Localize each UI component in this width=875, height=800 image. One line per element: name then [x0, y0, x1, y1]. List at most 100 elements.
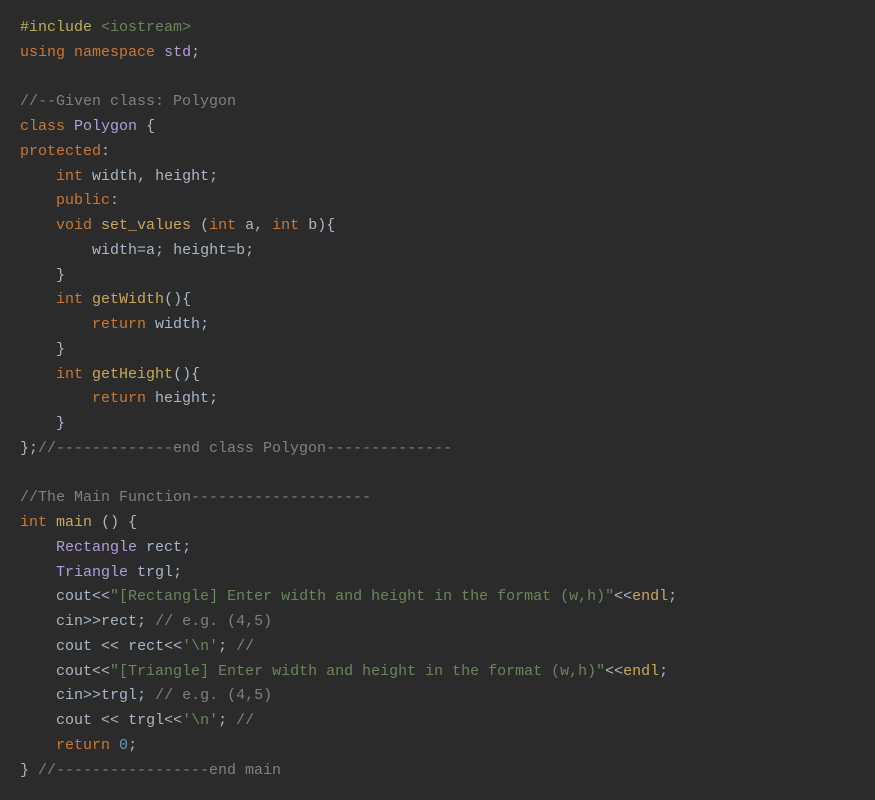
code-line[interactable]: void set_values (int a, int b){ — [20, 214, 855, 239]
code-token: height — [155, 390, 209, 407]
code-line[interactable]: return 0; — [20, 734, 855, 759]
code-token: a — [146, 242, 155, 259]
code-token: namespace — [74, 44, 155, 61]
code-token: , — [137, 168, 155, 185]
code-token: // e.g. (4,5) — [155, 687, 272, 704]
code-token: >> — [83, 687, 101, 704]
code-token: cout — [56, 588, 92, 605]
code-token — [137, 539, 146, 556]
code-token: // — [236, 638, 254, 655]
code-line[interactable]: cin>>trgl; // e.g. (4,5) — [20, 684, 855, 709]
code-line[interactable]: int getHeight(){ — [20, 363, 855, 388]
code-token: ; — [191, 44, 200, 61]
code-line[interactable]: protected: — [20, 140, 855, 165]
code-line[interactable]: Triangle trgl; — [20, 561, 855, 586]
code-line[interactable]: cout<<"[Rectangle] Enter width and heigh… — [20, 585, 855, 610]
code-token: { — [146, 118, 155, 135]
code-token — [236, 217, 245, 234]
code-token: ; — [659, 663, 668, 680]
code-line[interactable]: cin>>rect; // e.g. (4,5) — [20, 610, 855, 635]
code-line[interactable]: //--Given class: Polygon — [20, 90, 855, 115]
code-line[interactable]: cout << trgl<<'\n'; // — [20, 709, 855, 734]
code-line[interactable]: int getWidth(){ — [20, 288, 855, 313]
code-token: ( — [200, 217, 209, 234]
code-token: ; — [200, 316, 209, 333]
code-token: width — [155, 316, 200, 333]
code-token: rect — [128, 638, 164, 655]
code-token: // — [236, 712, 254, 729]
code-token: set_values — [101, 217, 191, 234]
code-token: //The Main Function-------------------- — [20, 489, 371, 506]
code-line[interactable]: cout<<"[Triangle] Enter width and height… — [20, 660, 855, 685]
code-token: << — [92, 588, 110, 605]
code-token — [92, 217, 101, 234]
code-token — [92, 514, 101, 531]
code-token: width — [92, 168, 137, 185]
code-line[interactable]: class Polygon { — [20, 115, 855, 140]
code-token: <iostream> — [101, 19, 191, 36]
code-line[interactable] — [20, 462, 855, 487]
code-token: ; — [173, 564, 182, 581]
code-token: void — [56, 217, 92, 234]
code-line[interactable]: int width, height; — [20, 165, 855, 190]
code-token: getWidth — [92, 291, 164, 308]
code-token: } — [56, 415, 65, 432]
code-line[interactable]: Rectangle rect; — [20, 536, 855, 561]
code-token: << — [614, 588, 632, 605]
code-token: getHeight — [92, 366, 173, 383]
code-token: return — [92, 316, 146, 333]
code-token — [92, 712, 101, 729]
code-token — [20, 291, 56, 308]
code-line[interactable]: } — [20, 338, 855, 363]
code-editor[interactable]: #include <iostream>using namespace std; … — [20, 16, 855, 783]
code-token — [65, 118, 74, 135]
code-token: ){ — [317, 217, 335, 234]
code-line[interactable]: #include <iostream> — [20, 16, 855, 41]
code-token — [20, 217, 56, 234]
code-line[interactable]: };//-------------end class Polygon------… — [20, 437, 855, 462]
code-token: int — [56, 366, 83, 383]
code-token — [119, 712, 128, 729]
code-line[interactable]: cout << rect<<'\n'; // — [20, 635, 855, 660]
code-token: return — [92, 390, 146, 407]
code-line[interactable]: } //-----------------end main — [20, 759, 855, 784]
code-token: (){ — [164, 291, 191, 308]
code-token: #include — [20, 19, 92, 36]
code-token — [83, 168, 92, 185]
code-token: cin — [56, 687, 83, 704]
code-token — [20, 192, 56, 209]
code-token: int — [209, 217, 236, 234]
code-token — [20, 415, 56, 432]
code-token — [47, 514, 56, 531]
code-line[interactable]: public: — [20, 189, 855, 214]
code-token: int — [56, 291, 83, 308]
code-token — [146, 316, 155, 333]
code-line[interactable]: width=a; height=b; — [20, 239, 855, 264]
code-line[interactable] — [20, 66, 855, 91]
code-line[interactable]: return height; — [20, 387, 855, 412]
code-token: ; — [137, 687, 155, 704]
code-token: width — [92, 242, 137, 259]
code-token — [20, 687, 56, 704]
code-token: ; — [218, 638, 236, 655]
code-token — [20, 613, 56, 630]
code-token — [146, 390, 155, 407]
code-token — [20, 267, 56, 284]
code-token: } — [20, 762, 38, 779]
code-line[interactable]: return width; — [20, 313, 855, 338]
code-line[interactable]: //The Main Function-------------------- — [20, 486, 855, 511]
code-line[interactable]: } — [20, 412, 855, 437]
code-token — [20, 341, 56, 358]
code-token: '\n' — [182, 712, 218, 729]
code-token: return — [56, 737, 110, 754]
code-token: 0 — [119, 737, 128, 754]
code-token: cin — [56, 613, 83, 630]
code-line[interactable]: int main () { — [20, 511, 855, 536]
code-line[interactable]: } — [20, 264, 855, 289]
code-line[interactable]: using namespace std; — [20, 41, 855, 66]
code-token: //--Given class: Polygon — [20, 93, 236, 110]
code-token: }; — [20, 440, 38, 457]
code-token: ; — [155, 242, 173, 259]
code-token: a — [245, 217, 254, 234]
code-token: Triangle — [56, 564, 128, 581]
